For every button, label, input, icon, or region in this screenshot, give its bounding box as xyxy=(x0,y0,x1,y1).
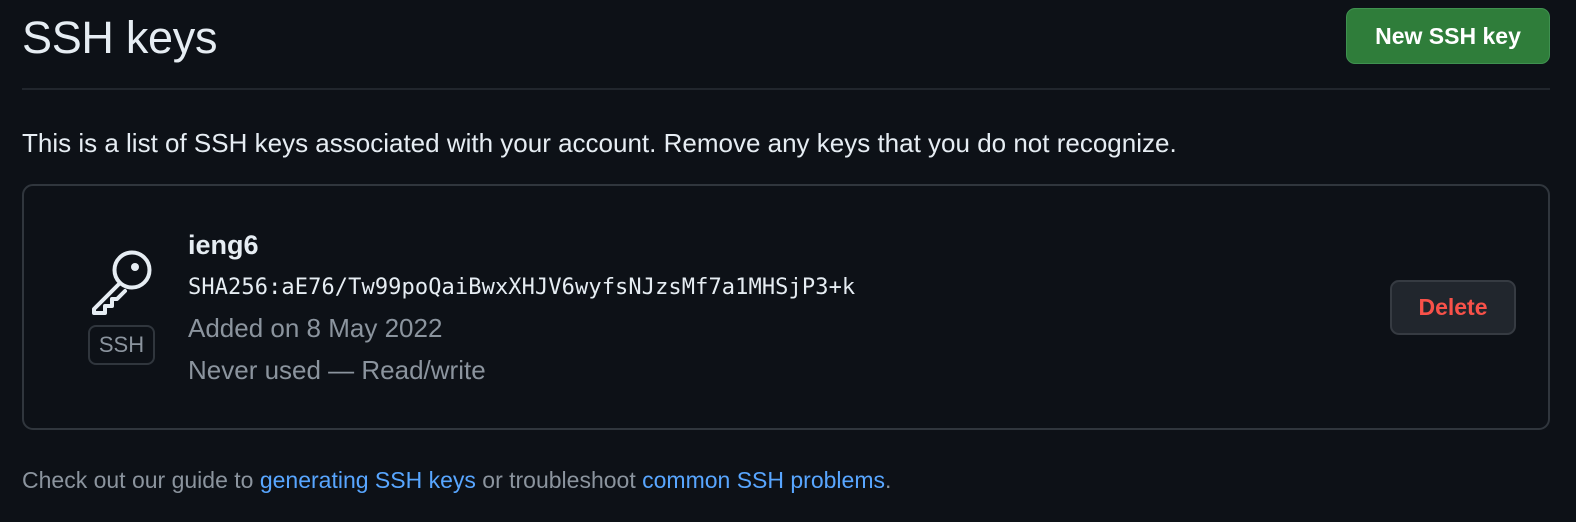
common-ssh-problems-link[interactable]: common SSH problems xyxy=(642,467,885,493)
delete-key-button[interactable]: Delete xyxy=(1390,280,1516,335)
generating-ssh-keys-link[interactable]: generating SSH keys xyxy=(260,467,476,493)
ssh-type-badge: SSH xyxy=(88,325,155,365)
key-title: ieng6 xyxy=(188,230,259,260)
key-fingerprint: SHA256:aE76/Tw99poQaiBwxXHJV6wyfsNJzsMf7… xyxy=(188,275,856,300)
key-icon xyxy=(86,246,158,318)
intro-text: This is a list of SSH keys associated wi… xyxy=(22,128,1177,158)
ssh-key-list-item xyxy=(22,184,1550,430)
key-added-date: Added on 8 May 2022 xyxy=(188,313,443,343)
footer-prefix: Check out our guide to xyxy=(22,467,260,493)
key-usage-status: Never used — Read/write xyxy=(188,355,486,385)
new-ssh-key-button[interactable]: New SSH key xyxy=(1346,8,1550,64)
footer-help-text: Check out our guide to generating SSH ke… xyxy=(22,464,891,496)
footer-suffix: . xyxy=(884,467,892,493)
footer-middle: or troubleshoot xyxy=(475,467,643,493)
header-divider xyxy=(22,88,1550,90)
page-title: SSH keys xyxy=(22,12,218,63)
